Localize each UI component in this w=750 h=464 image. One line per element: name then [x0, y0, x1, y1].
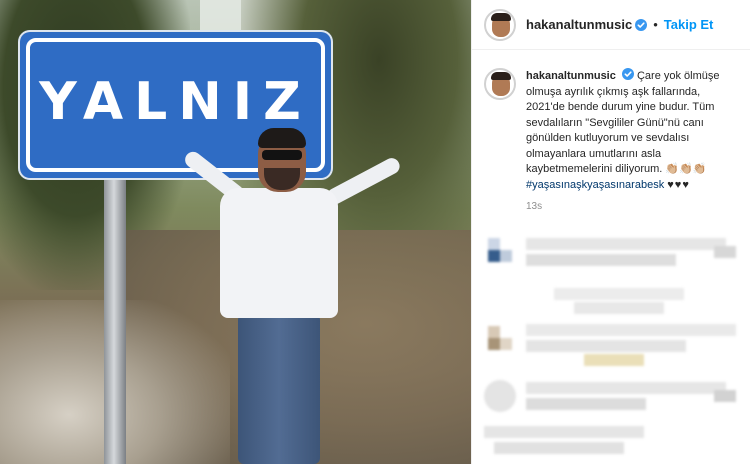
- follow-button[interactable]: Takip Et: [664, 17, 714, 32]
- comment-pixel: [500, 250, 512, 262]
- caption-hearts: ♥♥♥: [667, 178, 690, 191]
- person-sunglasses: [262, 150, 302, 160]
- comment-line: [584, 354, 644, 366]
- comment-blurred: [484, 424, 746, 464]
- caption-hashtag[interactable]: #yaşasınaşkyaşasınarabesk: [526, 179, 664, 191]
- post-header: hakanaltunmusic • Takip Et: [472, 0, 750, 50]
- person-shirt: [220, 188, 338, 318]
- road-sign-text: YALNIZ: [39, 72, 312, 132]
- verified-badge-icon: [635, 18, 648, 31]
- avatar-hair: [491, 12, 511, 21]
- sign-pole: [104, 178, 126, 464]
- comment-line: [526, 340, 686, 352]
- comment-pixel: [488, 338, 500, 350]
- comment-line: [526, 254, 676, 266]
- post-caption: hakanaltunmusic Çare yok ölmüşe olmuşa a…: [484, 68, 742, 212]
- vertical-divider: [471, 0, 472, 464]
- comment-pixel: [488, 250, 500, 262]
- comment-line: [526, 238, 726, 250]
- header-username[interactable]: hakanaltunmusic: [526, 17, 632, 32]
- comment-avatar: [484, 380, 516, 412]
- post-photo[interactable]: YALNIZ: [0, 0, 471, 464]
- person-jeans: [238, 314, 320, 464]
- caption-avatar-hair: [491, 72, 511, 80]
- comment-line: [714, 390, 736, 402]
- comment-line: [494, 442, 624, 454]
- person-hair: [258, 128, 306, 148]
- caption-text: Çare yok ölmüşe olmuşa ayrılık çıkmış aş…: [526, 70, 720, 175]
- comment-line: [484, 426, 644, 438]
- comment-line: [554, 288, 684, 300]
- comment-line: [526, 382, 726, 394]
- person-figure: [160, 128, 430, 464]
- comment-blurred: [484, 376, 746, 424]
- caption-body: hakanaltunmusic Çare yok ölmüşe olmuşa a…: [526, 68, 742, 193]
- comment-pixel: [488, 238, 500, 250]
- comment-pixel: [500, 338, 512, 350]
- comment-line: [526, 324, 736, 336]
- avatar[interactable]: [484, 8, 516, 41]
- post-timestamp[interactable]: 13s: [526, 201, 742, 212]
- comment-line: [714, 246, 736, 258]
- comment-blurred: [484, 320, 746, 368]
- comment-blurred: [484, 232, 746, 280]
- header-separator: •: [653, 17, 658, 32]
- comment-line: [526, 398, 646, 410]
- caption-verified-badge-icon: [621, 68, 634, 80]
- caption-username[interactable]: hakanaltunmusic: [526, 70, 616, 82]
- caption-avatar[interactable]: [484, 68, 516, 100]
- comment-pixel: [488, 326, 500, 338]
- comment-line: [574, 302, 664, 314]
